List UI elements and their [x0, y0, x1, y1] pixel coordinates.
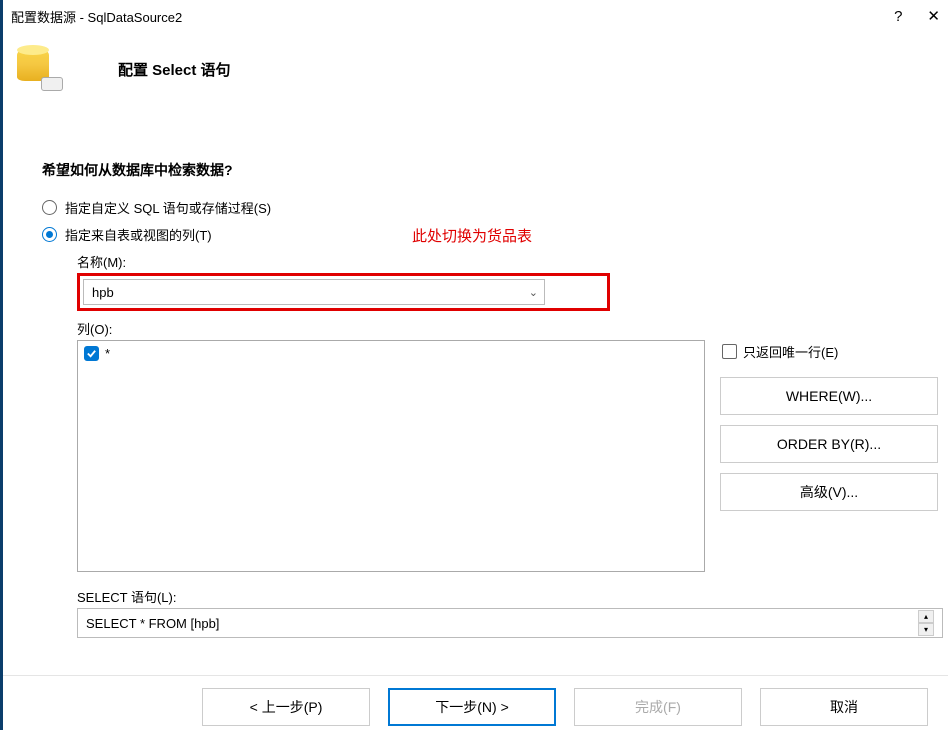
content-area: 希望如何从数据库中检索数据? 指定自定义 SQL 语句或存储过程(S) 指定来自… — [42, 160, 938, 638]
titlebar: 配置数据源 - SqlDataSource2 ? ✕ — [3, 0, 948, 32]
next-button[interactable]: 下一步(N) > — [388, 688, 556, 726]
table-dropdown[interactable]: hpb ⌄ — [83, 279, 545, 305]
question-label: 希望如何从数据库中检索数据? — [42, 160, 938, 180]
finish-button: 完成(F) — [574, 688, 742, 726]
dropdown-value: hpb — [92, 285, 114, 300]
select-statement-label: SELECT 语句(L): — [77, 587, 938, 606]
scroll-buttons: ▴ ▾ — [918, 610, 934, 636]
cancel-button[interactable]: 取消 — [760, 688, 928, 726]
where-button[interactable]: WHERE(W)... — [720, 377, 938, 415]
columns-listbox[interactable]: * — [77, 340, 705, 572]
radio-icon-checked — [42, 227, 57, 242]
columns-area: 列(O): * 只返回唯一行(E) WHERE(W)... ORDER BY(R… — [77, 319, 938, 572]
radio-icon — [42, 200, 57, 215]
scroll-up-icon[interactable]: ▴ — [918, 610, 934, 623]
help-icon[interactable]: ? — [894, 8, 902, 25]
main-row: * 只返回唯一行(E) WHERE(W)... ORDER BY(R)... 高… — [77, 340, 938, 572]
chevron-down-icon: ⌄ — [529, 286, 538, 299]
select-section: SELECT 语句(L): SELECT * FROM [hpb] ▴ ▾ — [77, 587, 938, 638]
left-edge — [0, 0, 3, 730]
only-one-row-label: 只返回唯一行(E) — [743, 342, 838, 361]
name-field-wrap: 名称(M): hpb ⌄ — [77, 252, 938, 311]
select-statement-value: SELECT * FROM [hpb] — [86, 616, 219, 631]
only-one-row-checkbox[interactable]: 只返回唯一行(E) — [720, 340, 938, 367]
column-item-label: * — [105, 346, 110, 361]
right-panel: 只返回唯一行(E) WHERE(W)... ORDER BY(R)... 高级(… — [720, 340, 938, 511]
radio-custom-sql[interactable]: 指定自定义 SQL 语句或存储过程(S) — [42, 198, 938, 217]
scroll-down-icon[interactable]: ▾ — [918, 623, 934, 636]
wizard-footer: < 上一步(P) 下一步(N) > 完成(F) 取消 — [3, 675, 948, 730]
prev-button[interactable]: < 上一步(P) — [202, 688, 370, 726]
radio-label: 指定自定义 SQL 语句或存储过程(S) — [65, 198, 271, 217]
column-item-star[interactable]: * — [82, 345, 700, 362]
page-title: 配置 Select 语句 — [118, 59, 231, 80]
annotation-highlight-box: hpb ⌄ — [77, 273, 610, 311]
advanced-button[interactable]: 高级(V)... — [720, 473, 938, 511]
close-icon[interactable]: ✕ — [927, 7, 940, 25]
checkbox-empty-icon — [722, 344, 737, 359]
annotation-text: 此处切换为货品表 — [412, 225, 532, 246]
radio-label: 指定来自表或视图的列(T) — [65, 225, 212, 244]
select-statement-box: SELECT * FROM [hpb] ▴ ▾ — [77, 608, 943, 638]
checkbox-checked-icon — [84, 346, 99, 361]
orderby-button[interactable]: ORDER BY(R)... — [720, 425, 938, 463]
window-title: 配置数据源 - SqlDataSource2 — [11, 7, 894, 26]
database-icon — [15, 45, 63, 93]
dialog-header: 配置 Select 语句 — [15, 45, 231, 93]
columns-label: 列(O): — [77, 319, 938, 338]
name-label: 名称(M): — [77, 252, 938, 271]
titlebar-controls: ? ✕ — [894, 7, 940, 25]
